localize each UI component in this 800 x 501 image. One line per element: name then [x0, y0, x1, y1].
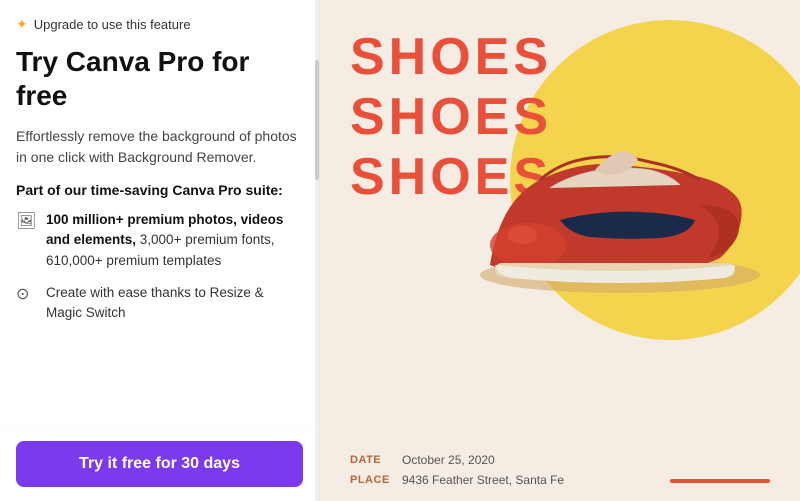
place-value: 9436 Feather Street, Santa Fe: [402, 473, 564, 487]
scroll-indicator: [315, 0, 319, 501]
image-icon: 🖼: [16, 211, 36, 231]
upgrade-badge-text: Upgrade to use this feature: [34, 17, 191, 32]
orange-line-decoration: [670, 479, 770, 483]
shoe-image: [460, 80, 780, 320]
upgrade-badge: ✦ Upgrade to use this feature: [16, 16, 303, 33]
description-text: Effortlessly remove the background of ph…: [16, 126, 303, 168]
place-label: PLACE: [350, 474, 390, 486]
feature-photos-text: 100 million+ premium photos, videos and …: [46, 210, 303, 271]
feature-item-resize: ⊙ Create with ease thanks to Resize & Ma…: [16, 283, 303, 324]
scroll-thumb[interactable]: [315, 60, 319, 180]
star-icon: ✦: [16, 16, 28, 33]
feature-resize-text: Create with ease thanks to Resize & Magi…: [46, 283, 303, 324]
feature-list: 🖼 100 million+ premium photos, videos an…: [16, 210, 303, 323]
date-value: October 25, 2020: [402, 453, 495, 467]
feature-item-photos: 🖼 100 million+ premium photos, videos an…: [16, 210, 303, 271]
info-bar: DATE October 25, 2020 PLACE 9436 Feather…: [320, 439, 800, 501]
shoes-line1: SHOES: [350, 28, 552, 88]
shoe-svg: [460, 80, 780, 320]
date-row: DATE October 25, 2020: [350, 453, 770, 467]
right-panel: SHOES SHOES SHOES: [320, 0, 800, 501]
suite-heading: Part of our time-saving Canva Pro suite:: [16, 182, 303, 198]
try-free-button[interactable]: Try it free for 30 days: [16, 441, 303, 487]
date-label: DATE: [350, 454, 390, 466]
left-content: ✦ Upgrade to use this feature Try Canva …: [0, 0, 319, 430]
main-heading: Try Canva Pro for free: [16, 45, 303, 112]
cta-area: Try it free for 30 days: [0, 430, 319, 501]
left-panel: ✦ Upgrade to use this feature Try Canva …: [0, 0, 320, 501]
resize-icon: ⊙: [16, 284, 36, 304]
